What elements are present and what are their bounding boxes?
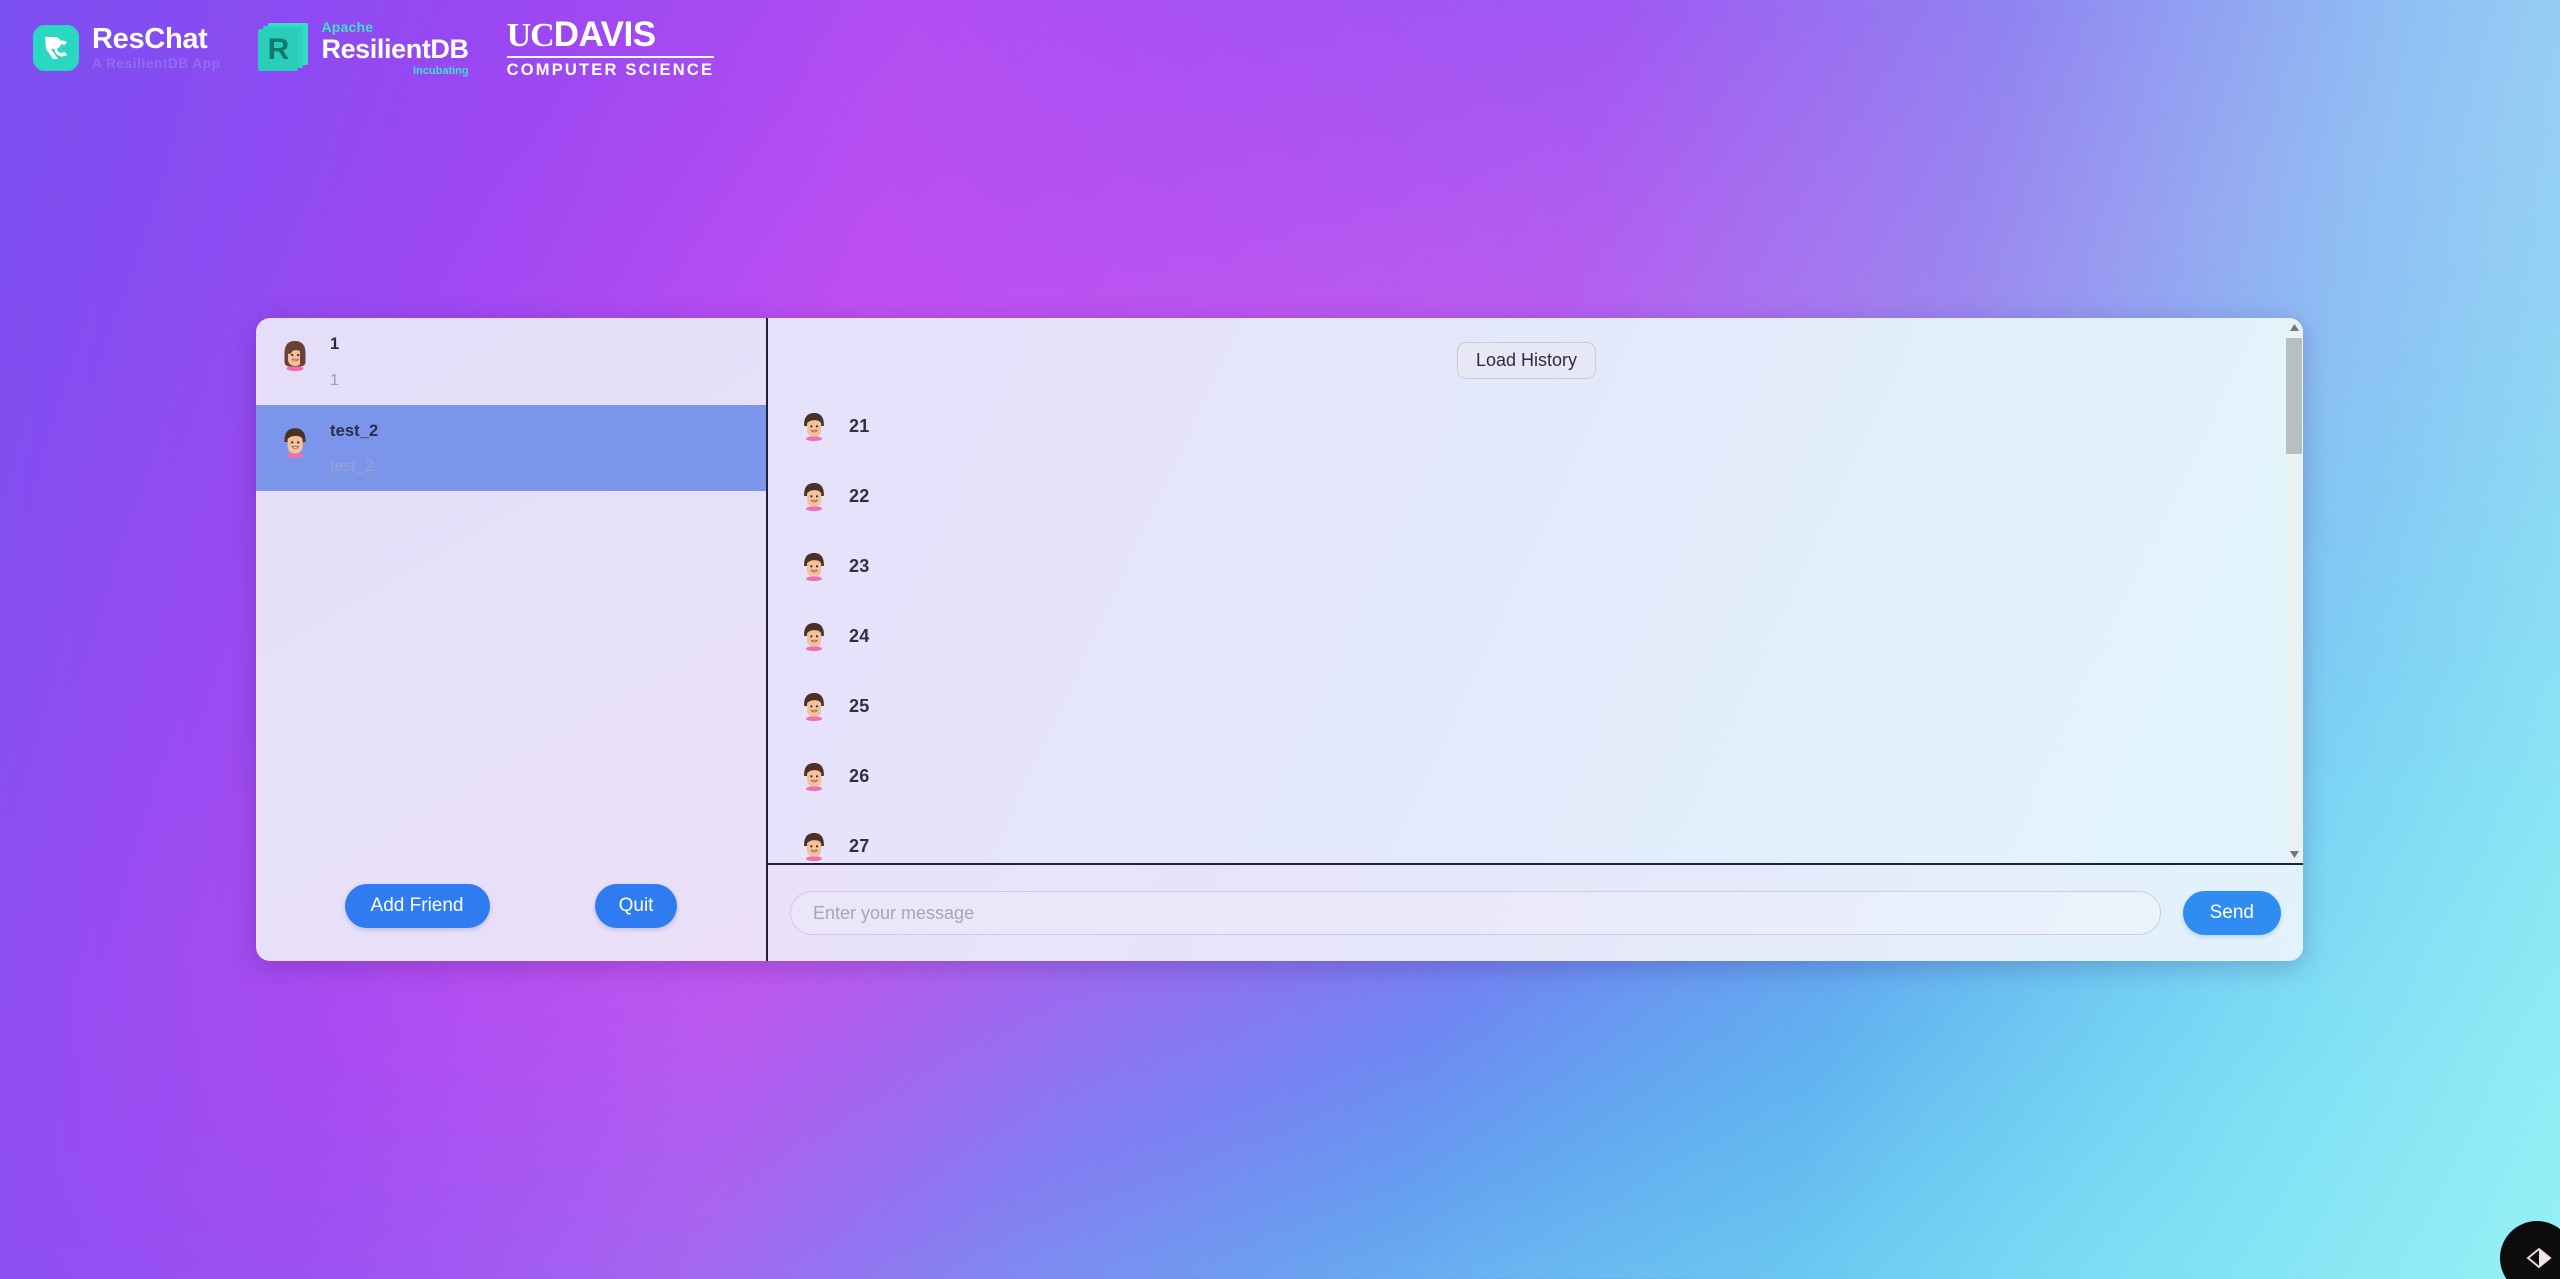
reschat-rc-monogram-icon [33,25,79,71]
message-composer: Send [768,865,2303,961]
friends-sidebar: 1 1 test_2 test_2 Add Friend Quit [256,318,768,961]
resilientdb-wordmark: Apache ResilientDB Incubating [321,18,469,77]
message-row: 26 [790,741,2285,811]
message-row: 25 [790,671,2285,741]
scroll-up-arrow-icon[interactable] [2285,318,2303,336]
friend-name: 1 [330,335,340,353]
reschat-title: ResChat [92,23,208,56]
message-text: 27 [849,835,870,856]
scrollbar-track[interactable] [2285,336,2303,845]
add-friend-button[interactable]: Add Friend [344,884,490,928]
message-text: 22 [849,485,870,506]
chat-message-container: Load History 21 22 23 24 25 26 27 [768,318,2285,863]
message-text: 26 [849,765,870,786]
female-avatar-icon [278,338,312,372]
ucdavis-davis-text: DAVIS [553,14,656,54]
message-text: 24 [849,625,870,646]
ucdavis-divider [506,55,715,58]
friend-list-item[interactable]: 1 1 [256,318,766,405]
friend-list-item[interactable]: test_2 test_2 [256,404,766,491]
male-avatar-icon [798,760,830,792]
sidebar-actions: Add Friend Quit [256,865,766,961]
load-history-button[interactable]: Load History [1456,342,1597,379]
male-avatar-icon [798,830,830,862]
ucdavis-uc-text: UC [506,16,555,54]
ucdavis-department-text: COMPUTER SCIENCE [506,60,715,79]
male-avatar-icon [798,690,830,722]
resilientdb-apache-label: Apache [321,18,374,35]
resilientdb-mark-letter: R [267,33,290,66]
friend-name: test_2 [330,421,379,440]
load-history-wrap: Load History [768,332,2285,391]
message-row: 23 [790,531,2285,601]
reschat-subtitle: A ResilientDB App [92,56,221,72]
male-avatar-icon [798,480,830,512]
message-row: 22 [790,461,2285,531]
friend-meta: 1 1 [330,336,339,389]
message-list: 21 22 23 24 25 26 27 [768,391,2285,863]
chat-scrollbar[interactable] [2285,318,2303,863]
male-avatar-icon [798,550,830,582]
message-row: 27 [790,811,2285,863]
male-avatar-icon [278,425,312,459]
message-text: 23 [849,555,870,576]
male-avatar-icon [798,620,830,652]
reschat-logo: ResChat A ResilientDB App [33,25,220,71]
diamond-chevron-icon[interactable] [2500,1221,2560,1279]
friend-list: 1 1 test_2 test_2 [256,318,766,865]
ucdavis-top-line: UC DAVIS [507,17,656,53]
scroll-down-arrow-icon[interactable] [2285,845,2303,863]
app-card: 1 1 test_2 test_2 Add Friend Quit Load H… [256,318,2303,961]
friend-preview: test_2 [330,458,374,475]
chat-scroll-area: Load History 21 22 23 24 25 26 27 [768,318,2303,865]
message-text: 21 [849,415,870,436]
friend-preview: 1 [330,371,339,389]
resilientdb-stacked-squares-icon: R [258,23,309,73]
male-avatar-icon [798,410,830,442]
chat-panel: Load History 21 22 23 24 25 26 27 Enter … [768,318,2303,961]
resilientdb-logo: R Apache ResilientDB Incubating [258,18,469,77]
message-row: 24 [790,601,2285,671]
ucdavis-logo: UC DAVIS COMPUTER SCIENCE [506,17,715,80]
message-input[interactable] [790,891,2161,935]
message-row: 21 [790,391,2285,461]
friend-meta: test_2 test_2 [330,421,379,476]
resilientdb-name: ResilientDB [321,33,469,64]
reschat-wordmark: ResChat A ResilientDB App [92,25,220,71]
resilientdb-incubating-label: Incubating [413,64,469,77]
header-logo-bar: ResChat A ResilientDB App R Apache Resil… [0,0,715,96]
scrollbar-thumb[interactable] [2286,338,2302,454]
quit-button[interactable]: Quit [594,884,678,928]
send-button[interactable]: Send [2182,891,2281,935]
message-text: 25 [849,695,870,716]
